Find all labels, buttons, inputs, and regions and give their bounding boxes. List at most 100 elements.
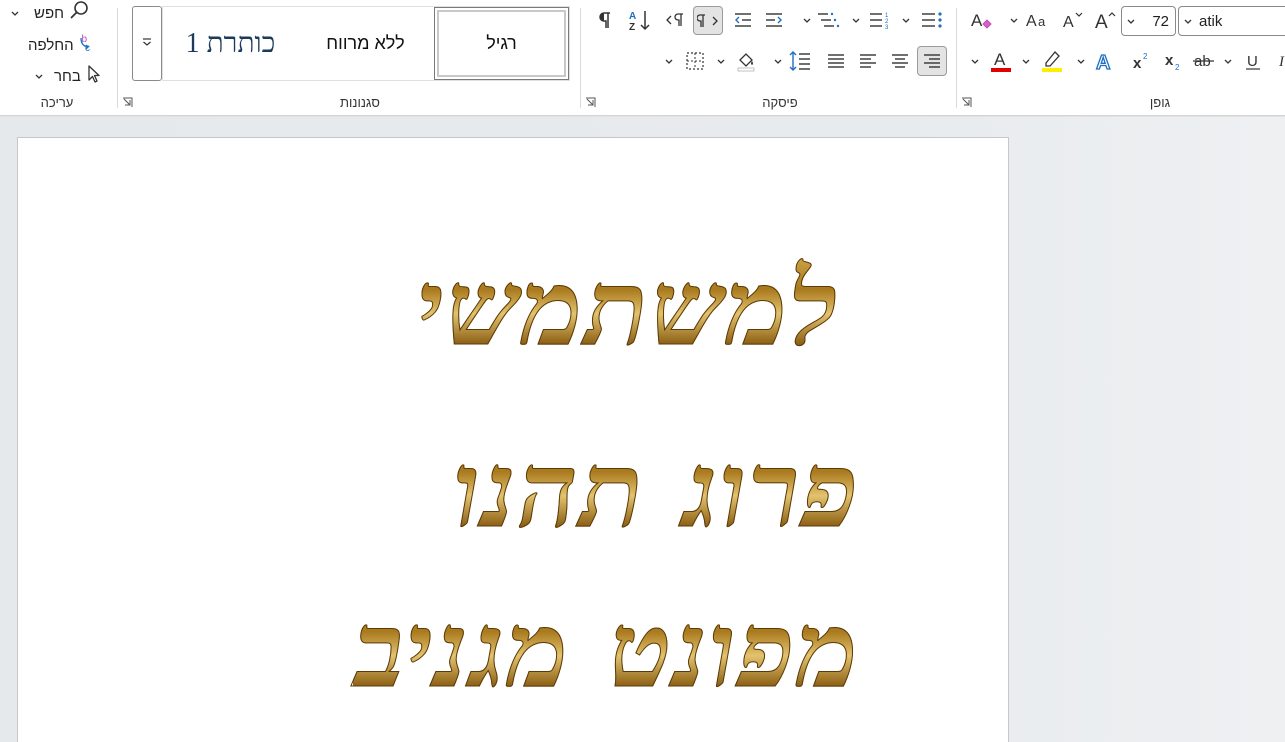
- style-normal[interactable]: רגיל: [434, 7, 569, 80]
- paragraph-group-label: פיסקה: [762, 95, 798, 110]
- change-case-button[interactable]: Aa: [1023, 6, 1053, 34]
- highlighter-icon: [1040, 48, 1064, 74]
- strikethrough-button[interactable]: ab: [1190, 46, 1218, 76]
- chevron-down-icon[interactable]: [901, 16, 911, 26]
- decrease-indent-button[interactable]: [730, 6, 756, 34]
- multilevel-list-icon: [816, 10, 840, 30]
- gallery-expand-icon: [141, 35, 153, 53]
- sort-az-icon: AZ: [627, 8, 653, 32]
- clear-formatting-button[interactable]: A: [967, 6, 995, 34]
- shading-button[interactable]: [732, 47, 760, 75]
- cursor-arrow-icon: [85, 64, 103, 88]
- numbered-list-icon: 123: [868, 10, 892, 30]
- increase-indent-icon: [763, 11, 785, 29]
- text-effects-button[interactable]: A: [1090, 46, 1120, 76]
- chevron-down-icon[interactable]: [802, 16, 812, 26]
- svg-text:I: I: [1278, 54, 1285, 70]
- font-color-icon: A: [989, 48, 1013, 74]
- svg-text:a: a: [1038, 14, 1046, 29]
- font-size-value: 72: [1152, 12, 1169, 30]
- chevron-down-icon[interactable]: [716, 57, 726, 67]
- chevron-down-icon[interactable]: [970, 57, 980, 67]
- font-size-combo[interactable]: 72: [1121, 6, 1176, 36]
- svg-text:A: A: [971, 11, 983, 30]
- align-center-button[interactable]: [886, 47, 914, 75]
- grow-font-button[interactable]: A: [1091, 6, 1119, 34]
- document-line-1[interactable]: למשתמשי: [416, 246, 840, 370]
- superscript-button[interactable]: x2: [1127, 46, 1155, 76]
- align-left-icon: [858, 52, 878, 70]
- font-color-button[interactable]: A: [986, 46, 1016, 76]
- justify-button[interactable]: [822, 47, 850, 75]
- replace-icon: bc: [78, 32, 100, 58]
- group-divider: [956, 8, 957, 108]
- strikethrough-icon: ab: [1192, 50, 1216, 72]
- svg-text:A: A: [629, 11, 636, 22]
- numbered-list-button[interactable]: 123: [866, 6, 894, 34]
- svg-text:Z: Z: [629, 22, 635, 32]
- chevron-down-icon[interactable]: [1076, 57, 1086, 67]
- editing-group-label: עריכה: [40, 95, 74, 110]
- replace-button[interactable]: bc החלפה: [28, 32, 100, 58]
- find-button[interactable]: חפש: [10, 0, 90, 26]
- style-no-spacing[interactable]: ללא מרווח: [298, 7, 433, 80]
- chevron-down-icon[interactable]: [1009, 16, 1019, 26]
- show-formatting-marks-button[interactable]: [594, 6, 618, 34]
- highlight-color-button[interactable]: [1037, 46, 1067, 76]
- document-line-3[interactable]: מפונט מגניב: [353, 588, 860, 712]
- chevron-down-icon: [10, 5, 20, 22]
- bullet-list-button[interactable]: [918, 6, 946, 34]
- font-name-value: atik: [1199, 12, 1223, 30]
- chevron-down-icon[interactable]: [773, 57, 783, 67]
- chevron-down-icon[interactable]: [1021, 57, 1031, 67]
- subscript-button[interactable]: x2: [1159, 46, 1187, 76]
- dialog-launcher-icon[interactable]: [961, 97, 972, 108]
- document-canvas[interactable]: למשתמשי פרוג תהנו מפונט מגניב: [0, 117, 1285, 742]
- style-normal-label: רגיל: [486, 33, 517, 53]
- group-divider: [580, 8, 581, 108]
- dialog-launcher-icon[interactable]: [585, 97, 596, 108]
- increase-indent-button[interactable]: [761, 6, 787, 34]
- svg-text:A: A: [1096, 52, 1110, 73]
- multilevel-list-button[interactable]: [814, 6, 842, 34]
- font-name-combo[interactable]: atik: [1178, 6, 1285, 36]
- paint-bucket-icon: [735, 50, 757, 72]
- decrease-indent-icon: [732, 11, 754, 29]
- line-spacing-icon: [788, 50, 812, 72]
- chevron-down-icon[interactable]: [851, 16, 861, 26]
- svg-text:3: 3: [885, 25, 889, 30]
- ltr-paragraph-icon: [665, 11, 687, 29]
- chevron-down-icon[interactable]: [664, 57, 674, 67]
- pilcrow-icon: [598, 11, 614, 29]
- borders-button[interactable]: [681, 47, 709, 75]
- replace-label: החלפה: [28, 36, 74, 54]
- svg-text:U: U: [1247, 53, 1258, 70]
- document-page[interactable]: למשתמשי פרוג תהנו מפונט מגניב: [17, 137, 1009, 742]
- dialog-launcher-icon[interactable]: [122, 97, 133, 108]
- ltr-direction-button[interactable]: [663, 6, 689, 34]
- style-heading-1[interactable]: כותרת 1: [163, 7, 298, 80]
- sort-button[interactable]: AZ: [625, 6, 655, 34]
- align-left-button[interactable]: [854, 47, 882, 75]
- rtl-direction-button[interactable]: [693, 6, 723, 35]
- document-line-2[interactable]: פרוג תהנו: [453, 428, 860, 552]
- svg-text:2: 2: [1143, 52, 1148, 61]
- svg-text:A: A: [1026, 13, 1037, 30]
- decrease-font-icon: A: [1061, 9, 1085, 31]
- styles-more-button[interactable]: [132, 6, 162, 81]
- underline-button[interactable]: U: [1240, 46, 1266, 76]
- styles-group-label: סגנונות: [340, 95, 380, 110]
- chevron-down-icon: [1183, 13, 1193, 30]
- font-group-label: גופן: [1149, 95, 1171, 110]
- shrink-font-button[interactable]: A: [1059, 6, 1087, 34]
- rtl-paragraph-icon: [697, 12, 719, 30]
- group-divider: [117, 8, 118, 108]
- align-right-button[interactable]: [917, 46, 947, 76]
- find-icon: [68, 0, 90, 26]
- italic-button[interactable]: I: [1272, 46, 1285, 76]
- underline-icon: U: [1243, 50, 1263, 72]
- chevron-down-icon[interactable]: [1223, 57, 1233, 67]
- svg-text:A: A: [1063, 14, 1074, 31]
- select-button[interactable]: בחר: [34, 64, 103, 88]
- line-spacing-button[interactable]: [786, 47, 814, 75]
